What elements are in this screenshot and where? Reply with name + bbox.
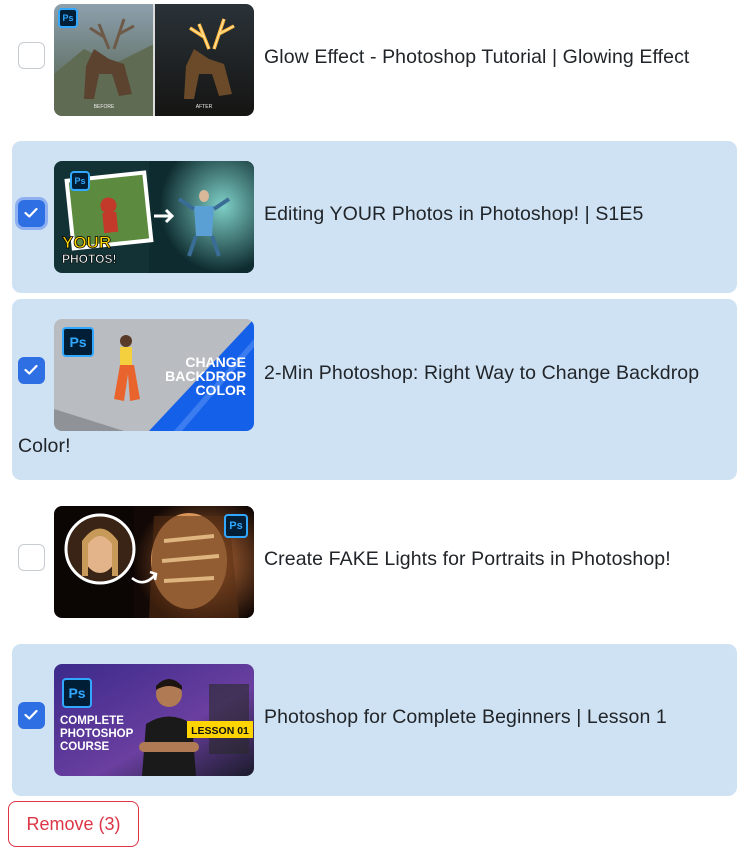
thumb-text-1: COMPLETE	[60, 715, 124, 727]
thumb-text-1: YOUR	[62, 233, 111, 252]
photoshop-icon: Ps	[70, 171, 90, 191]
video-thumbnail: Ps	[54, 506, 254, 618]
list-item[interactable]: YOUR PHOTOS! Ps Editing YOUR Photos in P…	[12, 141, 737, 293]
item-title: Glow Effect - Photoshop Tutorial | Glowi…	[264, 46, 690, 68]
video-thumbnail: CHANGE BACKDROP COLOR Ps	[54, 319, 254, 431]
item-title: 2-Min Photoshop: Right Way to Change Bac…	[264, 362, 700, 384]
thumb-text-2: PHOTOS!	[62, 252, 116, 266]
item-title-wrap: Color!	[18, 435, 71, 457]
thumb-text-2: PHOTOSHOP	[60, 728, 134, 740]
video-thumbnail: BEFORE AFTER Ps	[54, 4, 254, 116]
photoshop-icon: Ps	[62, 327, 94, 357]
photoshop-icon: Ps	[224, 514, 248, 538]
item-checkbox[interactable]	[18, 200, 45, 227]
item-title-line1: 2-Min Photoshop: Right Way to Change Bac…	[264, 362, 700, 384]
video-thumbnail: YOUR PHOTOS! Ps	[54, 161, 254, 273]
list-item[interactable]: BEFORE AFTER Ps Glow Effect - Photoshop …	[12, 0, 737, 131]
thumb-after-label: AFTER	[196, 104, 213, 110]
list-item[interactable]: Ps Create FAKE Lights for Portraits in P…	[12, 486, 737, 638]
item-title: Editing YOUR Photos in Photoshop! | S1E5	[264, 203, 644, 225]
item-checkbox[interactable]	[18, 357, 45, 384]
item-title: Photoshop for Complete Beginners | Lesso…	[264, 706, 667, 728]
remove-button[interactable]: Remove (3)	[8, 801, 139, 847]
list-item[interactable]: COMPLETE PHOTOSHOP COURSE LESSON 01 Ps P…	[12, 644, 737, 796]
lesson-badge: LESSON 01	[191, 725, 249, 737]
item-checkbox[interactable]	[18, 42, 45, 69]
thumb-text-3: COURSE	[60, 741, 110, 753]
photoshop-icon: Ps	[58, 8, 78, 28]
item-title-line2: Color!	[18, 435, 71, 457]
thumb-text-3: COLOR	[195, 382, 246, 398]
item-checkbox[interactable]	[18, 544, 45, 571]
photoshop-icon: Ps	[62, 678, 92, 708]
video-thumbnail: COMPLETE PHOTOSHOP COURSE LESSON 01 Ps	[54, 664, 254, 776]
item-title: Create FAKE Lights for Portraits in Phot…	[264, 548, 671, 570]
list-item[interactable]: CHANGE BACKDROP COLOR Ps 2-Min Photoshop…	[12, 299, 737, 480]
item-checkbox[interactable]	[18, 702, 45, 729]
thumb-before-label: BEFORE	[94, 104, 115, 110]
